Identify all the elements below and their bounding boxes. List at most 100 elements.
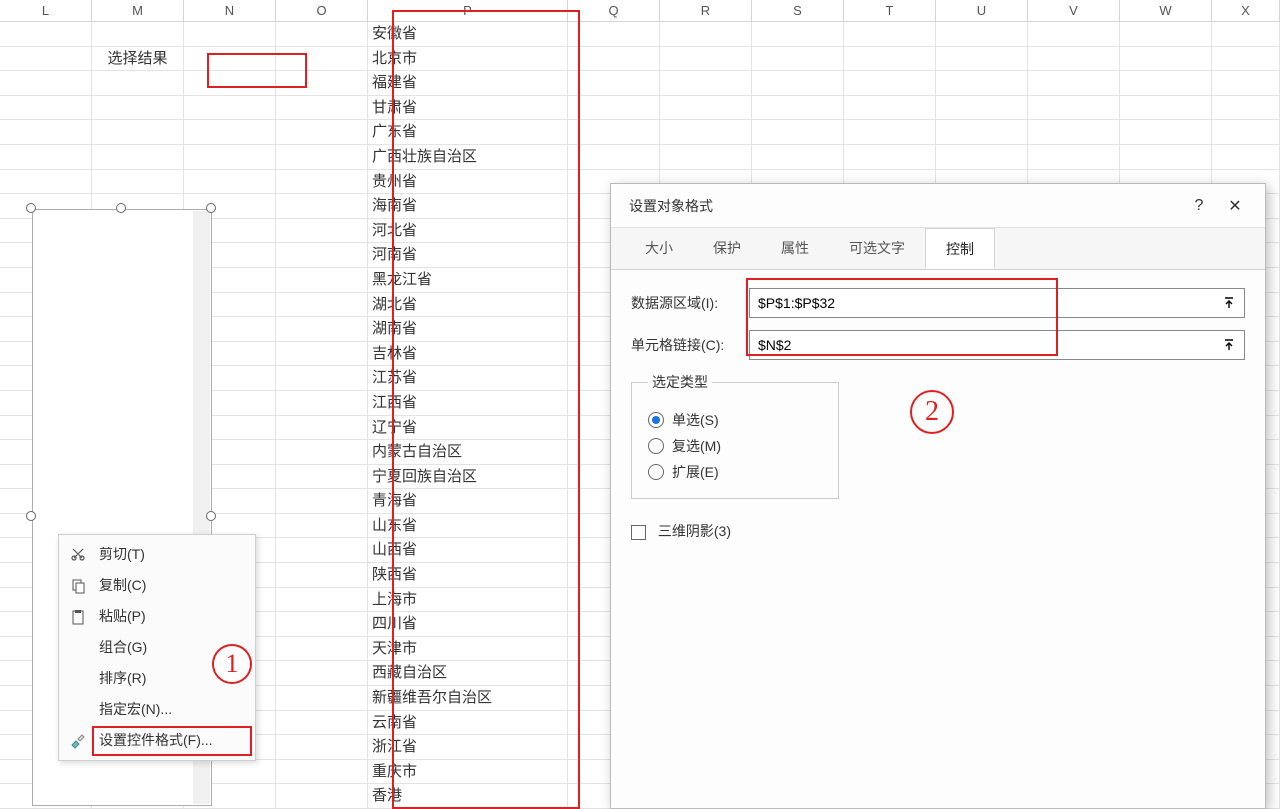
cell[interactable] (1028, 96, 1120, 120)
cell[interactable] (92, 120, 184, 144)
context-menu-item[interactable]: 指定宏(N)... (59, 694, 255, 725)
cell[interactable] (276, 120, 368, 144)
cell[interactable] (0, 96, 92, 120)
cell[interactable] (568, 47, 660, 71)
cell[interactable]: 四川省 (368, 612, 568, 636)
cell[interactable]: 吉林省 (368, 342, 568, 366)
cell[interactable] (92, 22, 184, 46)
cell[interactable] (752, 22, 844, 46)
cell[interactable] (0, 47, 92, 71)
tab-0[interactable]: 大小 (625, 228, 693, 269)
column-header-O[interactable]: O (276, 0, 368, 21)
cell[interactable] (92, 96, 184, 120)
cell[interactable] (276, 293, 368, 317)
cell[interactable]: 河南省 (368, 243, 568, 267)
column-header-S[interactable]: S (752, 0, 844, 21)
cell[interactable] (276, 637, 368, 661)
cell[interactable] (752, 47, 844, 71)
cell[interactable] (568, 96, 660, 120)
tab-2[interactable]: 属性 (761, 228, 829, 269)
cell[interactable] (1120, 120, 1212, 144)
cell[interactable] (184, 96, 276, 120)
cell[interactable] (276, 391, 368, 415)
cell[interactable] (276, 661, 368, 685)
cell[interactable] (276, 686, 368, 710)
cell[interactable]: 辽宁省 (368, 416, 568, 440)
cell[interactable] (1212, 22, 1280, 46)
cell[interactable] (276, 588, 368, 612)
cell[interactable]: 安徽省 (368, 22, 568, 46)
cell[interactable] (276, 416, 368, 440)
range-picker-icon[interactable] (1218, 334, 1240, 356)
radio-icon[interactable] (648, 438, 664, 454)
cell[interactable]: 江苏省 (368, 366, 568, 390)
radio-option[interactable]: 单选(S) (648, 410, 822, 430)
column-header-T[interactable]: T (844, 0, 936, 21)
resize-handle[interactable] (26, 203, 36, 213)
cell[interactable]: 陕西省 (368, 563, 568, 587)
cell[interactable]: 湖北省 (368, 293, 568, 317)
cell[interactable] (276, 760, 368, 784)
cell[interactable] (1212, 47, 1280, 71)
cell[interactable] (1120, 22, 1212, 46)
resize-handle[interactable] (26, 511, 36, 521)
column-header-M[interactable]: M (92, 0, 184, 21)
cell[interactable] (276, 440, 368, 464)
cell[interactable]: 云南省 (368, 711, 568, 735)
cell[interactable] (276, 366, 368, 390)
cell[interactable] (936, 47, 1028, 71)
cell[interactable] (568, 145, 660, 169)
cell[interactable] (1028, 22, 1120, 46)
cell[interactable] (276, 96, 368, 120)
cell[interactable] (568, 120, 660, 144)
cell[interactable]: 福建省 (368, 71, 568, 95)
cell[interactable] (276, 612, 368, 636)
column-header-Q[interactable]: Q (568, 0, 660, 21)
cell[interactable] (1120, 47, 1212, 71)
cell[interactable]: 广西壮族自治区 (368, 145, 568, 169)
cell[interactable] (276, 465, 368, 489)
cell[interactable] (276, 47, 368, 71)
cell-link-input[interactable] (749, 330, 1245, 360)
cell[interactable] (92, 71, 184, 95)
cell[interactable] (276, 268, 368, 292)
cell[interactable]: 浙江省 (368, 735, 568, 759)
cell[interactable]: 新疆维吾尔自治区 (368, 686, 568, 710)
column-header-P[interactable]: P (368, 0, 568, 21)
cell[interactable]: 贵州省 (368, 170, 568, 194)
cell[interactable] (936, 120, 1028, 144)
cell[interactable] (184, 47, 276, 71)
cell[interactable] (276, 735, 368, 759)
cell[interactable]: 甘肃省 (368, 96, 568, 120)
cell[interactable] (276, 170, 368, 194)
cell[interactable]: 香港 (368, 784, 568, 808)
cell[interactable] (660, 22, 752, 46)
resize-handle[interactable] (116, 203, 126, 213)
cell[interactable] (92, 145, 184, 169)
cell[interactable] (184, 22, 276, 46)
cell[interactable] (0, 145, 92, 169)
cell[interactable] (276, 71, 368, 95)
close-button[interactable]: ✕ (1217, 196, 1253, 216)
tab-3[interactable]: 可选文字 (829, 228, 925, 269)
context-menu-item[interactable]: 复制(C) (59, 570, 255, 601)
cell[interactable] (1028, 120, 1120, 144)
cell[interactable]: 内蒙古自治区 (368, 440, 568, 464)
cell[interactable]: 选择结果 (92, 47, 184, 71)
cell[interactable]: 西藏自治区 (368, 661, 568, 685)
cell[interactable]: 天津市 (368, 637, 568, 661)
cell[interactable]: 广东省 (368, 120, 568, 144)
cell[interactable] (0, 170, 92, 194)
dialog-titlebar[interactable]: 设置对象格式 ? ✕ (611, 184, 1265, 228)
resize-handle[interactable] (206, 203, 216, 213)
context-menu-item[interactable]: 粘贴(P) (59, 601, 255, 632)
column-header-X[interactable]: X (1212, 0, 1280, 21)
cell[interactable] (660, 71, 752, 95)
cell[interactable] (276, 711, 368, 735)
cell[interactable] (276, 219, 368, 243)
cell[interactable]: 重庆市 (368, 760, 568, 784)
cell[interactable] (276, 489, 368, 513)
cell[interactable] (0, 120, 92, 144)
radio-option[interactable]: 复选(M) (648, 436, 822, 456)
cell[interactable]: 黑龙江省 (368, 268, 568, 292)
